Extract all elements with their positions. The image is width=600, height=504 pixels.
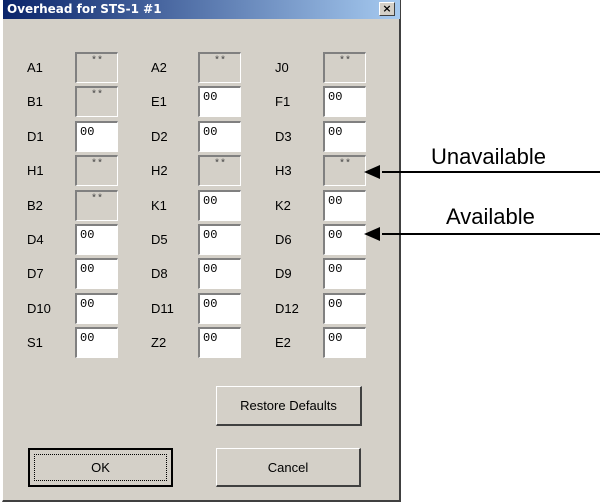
byte-value-field[interactable]: 00 (323, 224, 366, 255)
byte-value-field[interactable]: 00 (198, 121, 241, 152)
byte-value-field[interactable]: 00 (75, 327, 118, 358)
byte-label: D1 (27, 129, 44, 144)
byte-value-field[interactable]: 00 (198, 224, 241, 255)
unavailable-pointer-line (382, 171, 600, 173)
unavailable-arrow-icon (364, 165, 380, 179)
byte-value-field[interactable]: 00 (323, 121, 366, 152)
byte-value-field[interactable]: 00 (198, 190, 241, 221)
byte-value-field-disabled: ** (198, 52, 241, 83)
byte-label: D7 (27, 266, 44, 281)
byte-value-field[interactable]: 00 (323, 258, 366, 289)
byte-value-field-disabled: ** (75, 155, 118, 186)
byte-value-field[interactable]: 00 (75, 293, 118, 324)
ok-label: OK (91, 460, 110, 475)
byte-label: D6 (275, 232, 292, 247)
byte-label: D3 (275, 129, 292, 144)
byte-label: F1 (275, 94, 291, 109)
byte-label: K1 (151, 198, 167, 213)
byte-label: E1 (151, 94, 167, 109)
byte-label: D10 (27, 301, 51, 316)
cancel-label: Cancel (267, 459, 309, 475)
byte-value-field[interactable]: 00 (198, 293, 241, 324)
byte-label: D8 (151, 266, 168, 281)
cancel-button[interactable]: Cancel (216, 448, 361, 487)
ok-focus-rect: OK (34, 454, 167, 481)
byte-label: H2 (151, 163, 168, 178)
byte-label: D5 (151, 232, 168, 247)
byte-value-field[interactable]: 00 (198, 86, 241, 117)
byte-label: H1 (27, 163, 44, 178)
byte-value-field[interactable]: 00 (75, 121, 118, 152)
byte-value-field-disabled: ** (75, 52, 118, 83)
dialog-title: Overhead for STS-1 #1 (7, 2, 162, 16)
available-annotation: Available (446, 204, 535, 229)
byte-label: J0 (275, 60, 289, 75)
byte-label: D11 (151, 301, 174, 316)
byte-value-field[interactable]: 00 (323, 327, 366, 358)
available-arrow-icon (364, 227, 380, 241)
byte-label: B1 (27, 94, 43, 109)
byte-label: D4 (27, 232, 44, 247)
byte-value-field[interactable]: 00 (323, 293, 366, 324)
byte-label: K2 (275, 198, 291, 213)
byte-label: D12 (275, 301, 299, 316)
byte-value-field[interactable]: 00 (75, 258, 118, 289)
overhead-dialog: Overhead for STS-1 #1 × A1 ** A2 ** J0 ** B1 **… (2, 0, 401, 502)
byte-value-field-disabled: ** (323, 155, 366, 186)
ok-button[interactable]: OK (28, 448, 173, 487)
byte-value-field-disabled: ** (323, 52, 366, 83)
byte-value-field-disabled: ** (75, 190, 118, 221)
unavailable-annotation: Unavailable (431, 144, 546, 169)
byte-label: D2 (151, 129, 168, 144)
byte-value-field[interactable]: 00 (323, 190, 366, 221)
byte-label: D9 (275, 266, 292, 281)
byte-value-field-disabled: ** (75, 86, 118, 117)
close-icon[interactable]: × (379, 2, 395, 16)
byte-value-field[interactable]: 00 (323, 86, 366, 117)
byte-value-field[interactable]: 00 (198, 327, 241, 358)
title-bar[interactable]: Overhead for STS-1 #1 × (3, 0, 400, 19)
byte-value-field-disabled: ** (198, 155, 241, 186)
byte-label: H3 (275, 163, 292, 178)
byte-label: E2 (275, 335, 291, 350)
byte-label: A1 (27, 60, 43, 75)
restore-defaults-button[interactable]: Restore Defaults (216, 386, 362, 426)
byte-label: Z2 (151, 335, 167, 350)
available-pointer-line (382, 233, 600, 235)
byte-value-field[interactable]: 00 (75, 224, 118, 255)
byte-label: S1 (27, 335, 43, 350)
byte-label: B2 (27, 198, 43, 213)
byte-label: A2 (151, 60, 167, 75)
restore-defaults-label: Restore Defaults (240, 398, 337, 413)
byte-value-field[interactable]: 00 (198, 258, 241, 289)
